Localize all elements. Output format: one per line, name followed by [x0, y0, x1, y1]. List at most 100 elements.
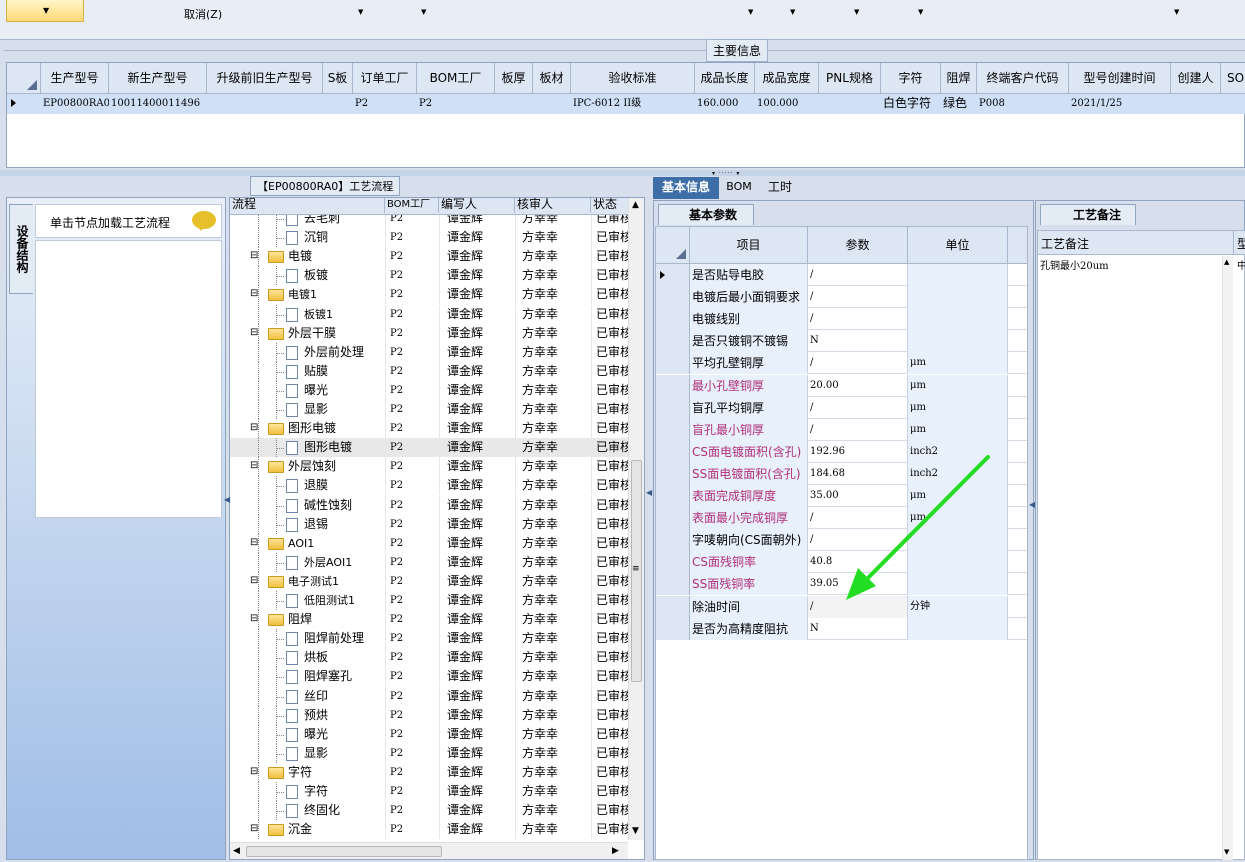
param-value[interactable]: N [808, 330, 908, 353]
flow-tree-row[interactable]: ⊟ 电镀 P2 谭金辉 方幸幸 已审核 [230, 247, 628, 267]
tab-work-hours[interactable]: 工时 [765, 177, 795, 199]
row-header[interactable] [656, 617, 690, 640]
tab-equipment-structure[interactable]: 设备结构 [9, 204, 33, 294]
column-header[interactable]: 板厚 [495, 63, 533, 93]
param-row[interactable]: 是否为高精度阻抗 N [656, 617, 1027, 640]
flow-step-name[interactable]: 阻焊 [288, 610, 368, 629]
scroll-down-icon[interactable]: ▼ [1224, 848, 1229, 856]
flow-tree-row[interactable]: 烘板 P2 谭金辉 方幸幸 已审核 [230, 648, 628, 668]
chevron-down-icon[interactable]: ▼ [421, 8, 426, 16]
column-header[interactable]: 验收标准 [571, 63, 695, 93]
params-column-header[interactable]: 项目 [690, 227, 808, 263]
row-header[interactable] [656, 308, 690, 331]
flow-tree-row[interactable]: 碱性蚀刻 P2 谭金辉 方幸幸 已审核 [230, 495, 628, 515]
chevron-down-icon[interactable]: ▼ [854, 8, 859, 16]
cell-new-model[interactable]: 10011400011496 [111, 94, 207, 113]
cell-created[interactable]: 2021/1/25 [1071, 94, 1171, 113]
column-header[interactable]: 成品宽度 [755, 63, 819, 93]
flow-step-name[interactable]: 板镀 [304, 266, 384, 285]
param-row[interactable]: 是否只镀铜不镀锡 N [656, 330, 1027, 353]
params-column-header[interactable]: 单位 [908, 227, 1008, 263]
flow-step-name[interactable]: 显影 [304, 400, 384, 419]
param-value[interactable]: / [808, 286, 908, 309]
flow-step-name[interactable]: 碱性蚀刻 [304, 496, 384, 515]
row-header[interactable] [656, 264, 690, 287]
cell-prod-model[interactable]: EP00800RA0 [43, 94, 109, 113]
flow-step-name[interactable]: 沉铜 [304, 228, 384, 247]
column-header[interactable]: 板材 [533, 63, 571, 93]
flow-column-header[interactable]: 流程 [232, 198, 385, 213]
remarks-text[interactable]: 孔铜最小20um [1040, 257, 1109, 272]
flow-tree-row[interactable]: 板镀 P2 谭金辉 方幸幸 已审核 [230, 266, 628, 286]
param-row[interactable]: 是否贴导电胶 / [656, 264, 1027, 287]
flow-step-name[interactable]: 曝光 [304, 381, 384, 400]
collapse-right-icon[interactable]: ◀ [646, 488, 652, 497]
flow-step-name[interactable]: 外层前处理 [304, 343, 384, 362]
cell-solder[interactable]: 绿色 [943, 94, 977, 113]
column-header[interactable]: 字符 [881, 63, 941, 93]
param-value[interactable]: N [808, 617, 908, 640]
row-header[interactable] [656, 440, 690, 463]
tab-bom[interactable]: BOM [725, 177, 753, 199]
cell-standard[interactable]: IPC-6012 II级 [573, 94, 695, 113]
flow-step-name[interactable]: 外层蚀刻 [288, 457, 368, 476]
param-value[interactable]: 20.00 [808, 374, 908, 397]
row-header[interactable] [656, 374, 690, 397]
flow-tree-row[interactable]: 曝光 P2 谭金辉 方幸幸 已审核 [230, 724, 628, 744]
main-info-row[interactable]: EP00800RA0 10011400011496 P2 P2 IPC-6012 II级… [7, 94, 1245, 114]
remarks-scrollbar[interactable]: ▲ ▼ [1222, 256, 1233, 860]
flow-tree-row[interactable]: 显影 P2 谭金辉 方幸幸 已审核 [230, 743, 628, 763]
row-header[interactable] [656, 573, 690, 596]
equipment-tree-area[interactable] [35, 240, 222, 518]
flow-column-header[interactable]: BOM工厂 [387, 198, 439, 213]
flow-step-name[interactable]: 终固化 [304, 801, 384, 820]
flow-tree-row[interactable]: ⊟ 阻焊 P2 谭金辉 方幸幸 已审核 [230, 610, 628, 630]
horizontal-splitter[interactable]: ▾ ····· ▾ [0, 170, 1245, 177]
cell-width[interactable]: 100.000 [757, 94, 819, 113]
flow-step-name[interactable]: 字符 [304, 782, 384, 801]
column-header[interactable]: 生产型号 [41, 63, 109, 93]
flow-vertical-scrollbar[interactable]: ▲ ≡ ▼ [628, 198, 644, 840]
column-header[interactable]: 升级前旧生产型号 [207, 63, 323, 93]
flow-column-header[interactable]: 编写人 [441, 198, 515, 213]
flow-tree-row[interactable]: ⊟ AOI1 P2 谭金辉 方幸幸 已审核 [230, 533, 628, 553]
yellow-dropdown[interactable]: ▼ [6, 0, 84, 22]
cell-customer[interactable]: P008 [979, 94, 1069, 113]
flow-horizontal-scrollbar[interactable]: ◀ ▶ [230, 842, 628, 859]
flow-tree-row[interactable]: 预烘 P2 谭金辉 方幸幸 已审核 [230, 705, 628, 725]
cell-order-factory[interactable]: P2 [355, 94, 417, 113]
flow-step-name[interactable]: 沉金 [288, 820, 368, 839]
column-header[interactable]: BOM工厂 [417, 63, 495, 93]
h-scrollbar-thumb[interactable] [246, 846, 442, 857]
flow-tree-row[interactable]: 沉铜 P2 谭金辉 方幸幸 已审核 [230, 228, 628, 248]
collapse-node-icon[interactable]: ⊟ [250, 822, 259, 836]
param-value[interactable]: / [808, 352, 908, 375]
column-header[interactable]: 订单工厂 [353, 63, 417, 93]
param-row[interactable]: 电镀线别 / [656, 308, 1027, 331]
collapse-node-icon[interactable]: ⊟ [250, 573, 259, 587]
flow-step-name[interactable]: 字符 [288, 763, 368, 782]
flow-step-name[interactable]: 去毛刺 [304, 215, 384, 228]
flow-step-name[interactable]: 阻焊前处理 [304, 629, 384, 648]
flow-step-name[interactable]: 退膜 [304, 476, 384, 495]
collapse-left-icon[interactable]: ◀ [224, 495, 230, 504]
param-row[interactable]: 盲孔最小铜厚 / μm [656, 418, 1027, 441]
column-header[interactable]: 终端客户代码 [977, 63, 1069, 93]
collapse-node-icon[interactable]: ⊟ [250, 459, 259, 473]
flow-step-name[interactable]: 曝光 [304, 725, 384, 744]
flow-step-name[interactable]: 板镀1 [304, 305, 384, 324]
flow-tree-row[interactable]: 丝印 P2 谭金辉 方幸幸 已审核 [230, 686, 628, 706]
flow-step-name[interactable]: 低阻测试1 [304, 591, 384, 610]
param-row[interactable]: 盲孔平均铜厚 / μm [656, 396, 1027, 419]
scroll-right-icon[interactable]: ▶ [612, 846, 619, 856]
flow-tree-row[interactable]: 去毛刺 P2 谭金辉 方幸幸 已审核 [230, 215, 628, 229]
chevron-down-icon[interactable]: ▼ [358, 8, 363, 16]
row-header[interactable] [656, 462, 690, 485]
row-header[interactable] [656, 330, 690, 353]
collapse-node-icon[interactable]: ⊟ [250, 249, 259, 263]
row-header[interactable] [656, 485, 690, 508]
collapse-node-icon[interactable]: ⊟ [250, 287, 259, 301]
flow-tree-row[interactable]: ⊟ 图形电镀 P2 谭金辉 方幸幸 已审核 [230, 419, 628, 439]
row-header[interactable] [656, 352, 690, 375]
scroll-up-icon[interactable]: ▲ [1224, 258, 1229, 266]
